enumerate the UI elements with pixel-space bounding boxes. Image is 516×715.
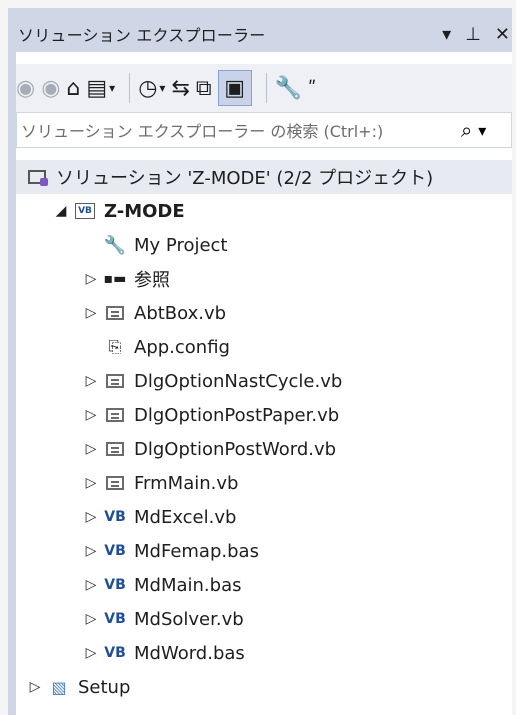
tree-row[interactable]: ▷ VB MdMain.bas <box>24 568 512 602</box>
forward-button[interactable]: ◉ <box>41 70 60 106</box>
dropdown-icon[interactable]: ▾ <box>442 24 451 45</box>
sync-active-document-button[interactable]: ⇆ <box>171 70 189 106</box>
title-bar: ソリューション エクスプローラー ▾ ⊥ ✕ <box>16 16 512 52</box>
pin-icon[interactable]: ⊥ <box>465 24 481 45</box>
expand-arrow-icon[interactable]: ▷ <box>80 407 102 423</box>
back-button[interactable]: ◉ <box>16 70 35 106</box>
toolbar: ◉ ◉ ⌂ ▤ ▾ ◷ ▾ ⇆ ⧉ ▣ 🔧 ʺ <box>16 64 512 112</box>
expand-arrow-icon[interactable]: ▷ <box>80 373 102 389</box>
expand-arrow-icon[interactable]: ▷ <box>80 577 102 593</box>
tree-row-setup[interactable]: ▷ ▧ Setup <box>24 670 512 704</box>
tree-row[interactable]: ⎘ App.config <box>24 330 512 364</box>
vb-project-icon: VB <box>72 201 98 221</box>
vb-file-icon: VB <box>104 577 126 593</box>
solution-label: ソリューション 'Z-MODE' (2/2 プロジェクト) <box>56 168 434 189</box>
properties-button[interactable]: 🔧 <box>275 70 302 106</box>
chevron-down-icon: ▾ <box>159 81 166 95</box>
setup-label: Setup <box>78 676 131 698</box>
tree-item-label: DlgOptionPostWord.vb <box>134 438 337 460</box>
tree-item-label: AbtBox.vb <box>134 302 227 324</box>
tree-item-label: MdSolver.vb <box>134 608 244 630</box>
expand-arrow-icon[interactable]: ▷ <box>80 509 102 525</box>
tree-row[interactable]: ▷ VB MdFemap.bas <box>24 534 512 568</box>
forward-icon: ◉ <box>41 75 61 101</box>
tree-item-label: MdFemap.bas <box>134 540 259 562</box>
form-icon <box>102 405 128 425</box>
toolbar-divider <box>265 73 267 103</box>
expand-arrow-icon[interactable]: ▷ <box>80 305 102 321</box>
references-icon: ▪▬ <box>103 271 127 287</box>
title-buttons: ▾ ⊥ ✕ <box>442 16 510 52</box>
tree-row-project[interactable]: ◢ VB Z-MODE <box>24 194 512 228</box>
expand-arrow-icon[interactable]: ▷ <box>80 271 102 287</box>
search-input[interactable]: ソリューション エクスプローラー の検索 (Ctrl+:) <box>21 118 453 142</box>
expand-arrow-icon[interactable]: ▷ <box>80 441 102 457</box>
form-icon <box>102 303 128 323</box>
setup-project-icon: ▧ <box>51 677 67 697</box>
vb-file-icon: VB <box>104 543 126 559</box>
sync-icon: ⇆ <box>171 75 190 101</box>
wrench-icon: 🔧 <box>274 75 302 101</box>
vb-file-icon: VB <box>104 645 126 661</box>
collapse-all-button[interactable]: ⧉ <box>196 70 212 106</box>
show-all-files-button[interactable]: ▣ <box>217 70 252 106</box>
switch-views-icon: ▤ <box>86 75 108 101</box>
search-box[interactable]: ソリューション エクスプローラー の検索 (Ctrl+:) ⌕ ▾ <box>16 112 512 148</box>
solution-icon <box>24 167 50 187</box>
form-icon <box>102 473 128 493</box>
tree-item-label: 参照 <box>134 270 170 291</box>
config-icon: ⎘ <box>108 337 122 356</box>
tree-row[interactable]: ▷ DlgOptionPostWord.vb <box>24 432 512 466</box>
tree-row[interactable]: ▷ VB MdSolver.vb <box>24 602 512 636</box>
project-label: Z-MODE <box>104 200 185 222</box>
vb-file-icon: VB <box>104 509 126 525</box>
tree-row[interactable]: ▷ DlgOptionNastCycle.vb <box>24 364 512 398</box>
clock-icon: ◷ <box>138 75 158 101</box>
form-icon <box>102 371 128 391</box>
overflow-button[interactable]: ʺ <box>308 70 316 106</box>
tree-row[interactable]: ▷ VB MdWord.bas <box>24 636 512 670</box>
tree-row[interactable]: ▷ AbtBox.vb <box>24 296 512 330</box>
expand-arrow-icon[interactable]: ◢ <box>50 203 72 219</box>
chevron-down-icon: ▾ <box>109 81 116 95</box>
tree-item-label: MdMain.bas <box>134 574 242 596</box>
expand-arrow-icon[interactable]: ▷ <box>80 645 102 661</box>
expand-arrow-icon[interactable]: ▷ <box>80 543 102 559</box>
tree-item-label: DlgOptionNastCycle.vb <box>134 370 343 392</box>
close-icon[interactable]: ✕ <box>495 24 510 45</box>
tree-row[interactable]: ▷ ▪▬ 参照 <box>24 262 512 296</box>
solution-tree: ソリューション 'Z-MODE' (2/2 プロジェクト) ◢ VB Z-MOD… <box>16 160 512 704</box>
form-icon <box>102 439 128 459</box>
tree-item-label: DlgOptionPostPaper.vb <box>134 404 340 426</box>
tree-item-label: App.config <box>134 336 230 358</box>
home-button[interactable]: ⌂ <box>66 70 80 106</box>
tree-row[interactable]: ▷ DlgOptionPostPaper.vb <box>24 398 512 432</box>
pending-changes-filter-button[interactable]: ◷ ▾ <box>138 70 165 106</box>
wrench-icon: 🔧 <box>103 234 127 256</box>
expand-arrow-icon[interactable]: ▷ <box>80 475 102 491</box>
panel-title: ソリューション エクスプローラー <box>18 26 266 45</box>
tree-item-label: FrmMain.vb <box>134 472 239 494</box>
toolbar-divider <box>129 73 131 103</box>
show-all-files-icon: ▣ <box>224 75 245 101</box>
more-icon: ʺ <box>308 77 317 99</box>
tree-item-label: My Project <box>134 234 228 256</box>
collapse-all-icon: ⧉ <box>195 75 212 101</box>
back-icon: ◉ <box>16 75 36 101</box>
tree-row[interactable]: ▷ FrmMain.vb <box>24 466 512 500</box>
vb-file-icon: VB <box>104 611 126 627</box>
tree-row-solution[interactable]: ソリューション 'Z-MODE' (2/2 プロジェクト) <box>16 160 512 194</box>
tree-item-label: MdExcel.vb <box>134 506 237 528</box>
chevron-down-icon[interactable]: ▾ <box>478 121 486 140</box>
tree-row[interactable]: ▷ VB MdExcel.vb <box>24 500 512 534</box>
expand-arrow-icon[interactable]: ▷ <box>24 679 46 695</box>
search-icon[interactable]: ⌕ <box>461 118 472 142</box>
home-icon: ⌂ <box>66 75 81 101</box>
tree-row[interactable]: 🔧 My Project <box>24 228 512 262</box>
expand-arrow-icon[interactable]: ▷ <box>80 611 102 627</box>
tree-item-label: MdWord.bas <box>134 642 245 664</box>
switch-views-button[interactable]: ▤ ▾ <box>86 70 115 106</box>
